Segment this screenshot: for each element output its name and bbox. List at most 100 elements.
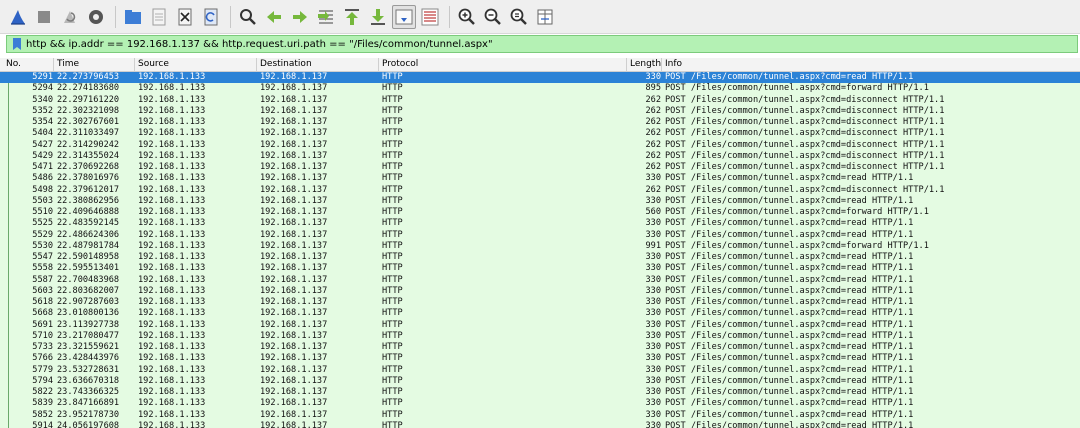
packet-source: 192.168.1.133 bbox=[138, 207, 206, 217]
packet-source: 192.168.1.133 bbox=[138, 184, 206, 195]
packet-no: 5547 bbox=[32, 252, 53, 262]
autoscroll-icon[interactable] bbox=[392, 4, 416, 29]
packet-protocol: HTTP bbox=[382, 229, 403, 240]
packet-no: 5822 bbox=[32, 387, 53, 397]
packet-row[interactable]: 5618 22.907287603 192.168.1.133 192.168.1.1… bbox=[0, 297, 1080, 309]
packet-protocol: HTTP bbox=[382, 409, 403, 420]
packet-protocol: HTTP bbox=[382, 240, 403, 251]
packet-row[interactable]: 5558 22.595513401 192.168.1.133 192.168.1.1… bbox=[0, 263, 1080, 275]
related-packet-line bbox=[8, 150, 9, 162]
go-forward-icon[interactable] bbox=[288, 5, 312, 29]
packet-row[interactable]: 5510 22.409646888 192.168.1.133 192.168.1.1… bbox=[0, 207, 1080, 219]
packet-protocol: HTTP bbox=[382, 398, 403, 409]
packet-row[interactable]: 5547 22.590148958 192.168.1.133 192.168.1.1… bbox=[0, 252, 1080, 264]
packet-length: 262 bbox=[645, 128, 661, 139]
packet-no: 5852 bbox=[32, 409, 53, 420]
packet-row[interactable]: 5733 23.321559621 192.168.1.133 192.168.1.1… bbox=[0, 342, 1080, 354]
column-header-no[interactable]: No. bbox=[3, 58, 21, 71]
go-back-icon[interactable] bbox=[262, 5, 286, 29]
column-header-time[interactable]: Time bbox=[53, 58, 79, 71]
packet-time: 22.274183680 bbox=[57, 83, 120, 94]
packet-no: 5691 bbox=[32, 319, 53, 330]
zoom-in-icon[interactable] bbox=[455, 5, 479, 29]
zoom-normal-icon[interactable] bbox=[507, 5, 531, 29]
packet-row[interactable]: 5429 22.314355024 192.168.1.133 192.168.1.1… bbox=[0, 150, 1080, 162]
packet-info: POST /Files/common/tunnel.aspx?cmd=read … bbox=[665, 398, 914, 409]
go-to-packet-icon[interactable] bbox=[314, 5, 338, 29]
packet-row[interactable]: 5530 22.487981784 192.168.1.133 192.168.1.1… bbox=[0, 240, 1080, 252]
packet-source: 192.168.1.133 bbox=[138, 162, 206, 172]
packet-row[interactable]: 5354 22.302767601 192.168.1.133 192.168.1.1… bbox=[0, 117, 1080, 129]
related-packet-line bbox=[8, 409, 9, 421]
column-header-length[interactable]: Length bbox=[626, 58, 661, 71]
packet-row[interactable]: 5427 22.314290242 192.168.1.133 192.168.1.1… bbox=[0, 139, 1080, 151]
packet-protocol: HTTP bbox=[382, 83, 403, 94]
packet-time: 22.590148958 bbox=[57, 252, 120, 262]
packet-row[interactable]: 5340 22.297161220 192.168.1.133 192.168.1.1… bbox=[0, 94, 1080, 106]
packet-row[interactable]: 5587 22.700483968 192.168.1.133 192.168.1.1… bbox=[0, 274, 1080, 286]
packet-protocol: HTTP bbox=[382, 207, 403, 217]
packet-time: 22.314355024 bbox=[57, 150, 120, 161]
display-filter-input[interactable] bbox=[26, 36, 1077, 52]
packet-row[interactable]: 5294 22.274183680 192.168.1.133 192.168.1.1… bbox=[0, 83, 1080, 95]
packet-row[interactable]: 5668 23.010800136 192.168.1.133 192.168.1.1… bbox=[0, 308, 1080, 320]
packet-row[interactable]: 5503 22.380862956 192.168.1.133 192.168.1.1… bbox=[0, 195, 1080, 207]
colorize-icon[interactable] bbox=[418, 5, 442, 29]
packet-row[interactable]: 5766 23.428443976 192.168.1.133 192.168.1.1… bbox=[0, 353, 1080, 365]
packet-row[interactable]: 5914 24.056197608 192.168.1.133 192.168.1.1… bbox=[0, 420, 1080, 428]
packet-length: 262 bbox=[645, 117, 661, 127]
packet-row[interactable]: 5352 22.302321098 192.168.1.133 192.168.1.1… bbox=[0, 105, 1080, 117]
packet-row[interactable]: 5852 23.952178730 192.168.1.133 192.168.1.1… bbox=[0, 409, 1080, 421]
column-header-destination[interactable]: Destination bbox=[256, 58, 312, 71]
packet-destination: 192.168.1.137 bbox=[260, 173, 328, 184]
go-last-packet-icon[interactable] bbox=[366, 5, 390, 29]
packet-time: 22.409646888 bbox=[57, 207, 120, 217]
related-packet-line bbox=[8, 353, 9, 365]
column-header-source[interactable]: Source bbox=[134, 58, 169, 71]
packet-row[interactable]: 5794 23.636670318 192.168.1.133 192.168.1.1… bbox=[0, 375, 1080, 387]
zoom-out-icon[interactable] bbox=[481, 5, 505, 29]
packet-length: 330 bbox=[645, 218, 661, 229]
packet-length: 330 bbox=[645, 319, 661, 330]
packet-row[interactable]: 5603 22.803682007 192.168.1.133 192.168.1.1… bbox=[0, 285, 1080, 297]
packet-row[interactable]: 5691 23.113927738 192.168.1.133 192.168.1.1… bbox=[0, 319, 1080, 331]
packet-row[interactable]: 5291 22.273796453 192.168.1.133 192.168.1.1… bbox=[0, 72, 1080, 84]
packet-destination: 192.168.1.137 bbox=[260, 420, 328, 428]
packet-row[interactable]: 5822 23.743366325 192.168.1.133 192.168.1.1… bbox=[0, 387, 1080, 399]
start-capture-icon[interactable] bbox=[6, 5, 30, 29]
resize-columns-icon[interactable] bbox=[533, 5, 557, 29]
packet-protocol: HTTP bbox=[382, 72, 403, 82]
packet-row[interactable]: 5525 22.483592145 192.168.1.133 192.168.1.1… bbox=[0, 218, 1080, 230]
packet-no: 5427 bbox=[32, 139, 53, 150]
packet-row[interactable]: 5710 23.217080477 192.168.1.133 192.168.1.1… bbox=[0, 330, 1080, 342]
find-packet-icon[interactable] bbox=[236, 5, 260, 29]
packet-row[interactable]: 5498 22.379612017 192.168.1.133 192.168.1.1… bbox=[0, 184, 1080, 196]
toolbar-separator bbox=[115, 5, 116, 28]
reload-file-icon[interactable] bbox=[199, 5, 223, 29]
packet-destination: 192.168.1.137 bbox=[260, 364, 328, 375]
packet-row[interactable]: 5404 22.311033497 192.168.1.133 192.168.1.1… bbox=[0, 128, 1080, 140]
packet-row[interactable]: 5486 22.378016976 192.168.1.133 192.168.1.1… bbox=[0, 173, 1080, 185]
packet-no: 5510 bbox=[32, 207, 53, 217]
close-file-icon[interactable] bbox=[173, 5, 197, 29]
packet-length: 330 bbox=[645, 297, 661, 307]
column-header-info[interactable]: Info bbox=[661, 58, 682, 71]
packet-source: 192.168.1.133 bbox=[138, 173, 206, 184]
capture-options-icon[interactable] bbox=[84, 5, 108, 29]
packet-row[interactable]: 5779 23.532728631 192.168.1.133 192.168.1.1… bbox=[0, 364, 1080, 376]
packet-row[interactable]: 5839 23.847166891 192.168.1.133 192.168.1.1… bbox=[0, 398, 1080, 410]
go-first-packet-icon[interactable] bbox=[340, 5, 364, 29]
column-header-protocol[interactable]: Protocol bbox=[378, 58, 418, 71]
packet-time: 23.428443976 bbox=[57, 353, 120, 364]
packet-row[interactable]: 5471 22.370692268 192.168.1.133 192.168.1.1… bbox=[0, 162, 1080, 174]
open-file-icon[interactable] bbox=[121, 5, 145, 29]
packet-destination: 192.168.1.137 bbox=[260, 184, 328, 195]
packet-row[interactable]: 5529 22.486624306 192.168.1.133 192.168.1.1… bbox=[0, 229, 1080, 241]
packet-info: POST /Files/common/tunnel.aspx?cmd=forwa… bbox=[665, 240, 929, 251]
restart-capture-icon[interactable] bbox=[58, 5, 82, 29]
bookmark-icon[interactable] bbox=[10, 37, 23, 52]
save-file-icon[interactable] bbox=[147, 5, 171, 29]
stop-capture-icon[interactable] bbox=[32, 5, 56, 29]
packet-destination: 192.168.1.137 bbox=[260, 240, 328, 251]
packet-source: 192.168.1.133 bbox=[138, 105, 206, 116]
